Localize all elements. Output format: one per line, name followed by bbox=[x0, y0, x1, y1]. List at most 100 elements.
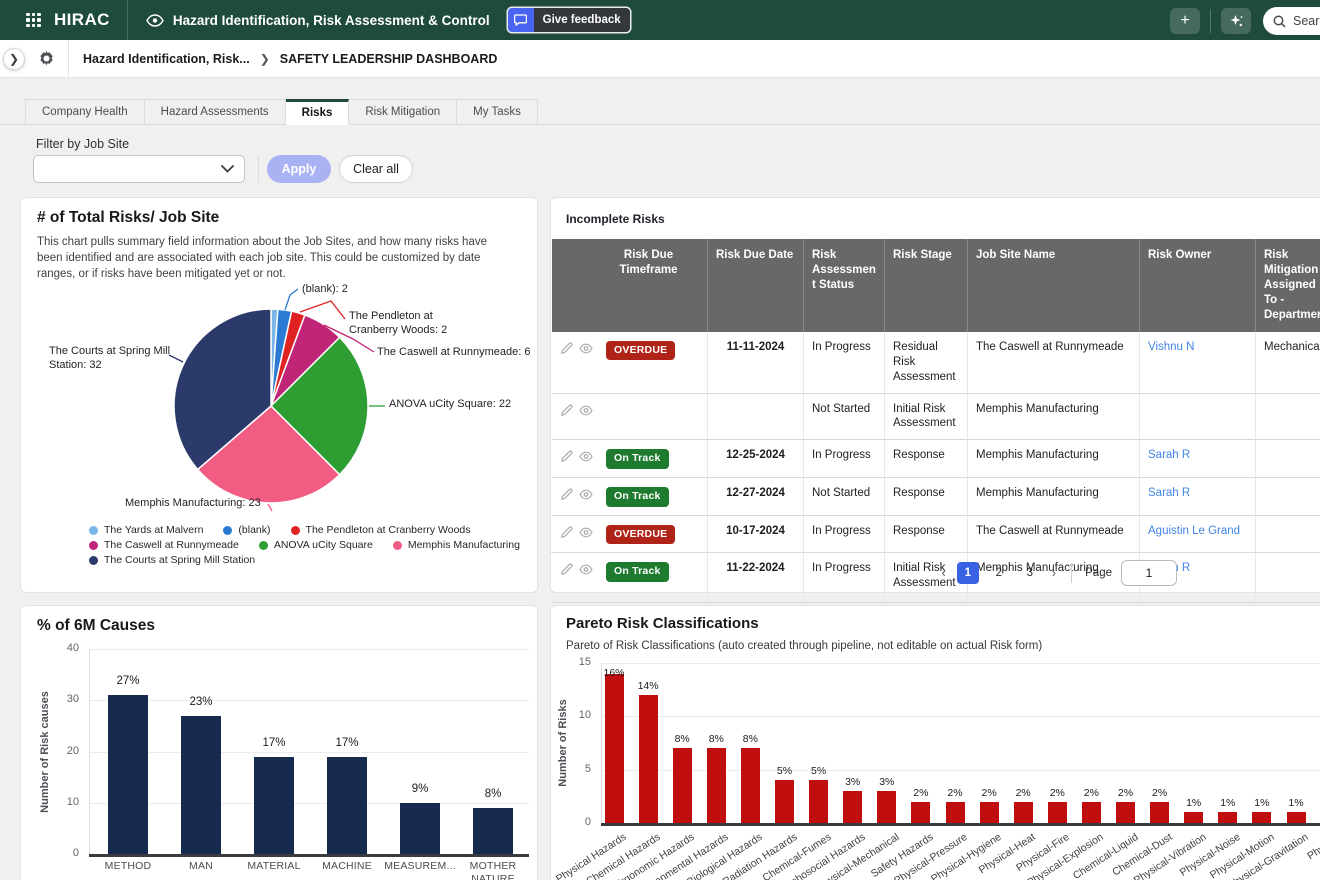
y-tick-10: 10 bbox=[567, 709, 591, 721]
app-grid-icon[interactable] bbox=[26, 13, 41, 28]
legend-item-the-yards-at-malvern: The Yards at Malvern bbox=[89, 524, 203, 536]
cell-risk-due-date bbox=[708, 394, 804, 441]
tab-risk-mitigation[interactable]: Risk Mitigation bbox=[349, 99, 457, 125]
cell-department bbox=[1256, 516, 1320, 554]
tab-risks[interactable]: Risks bbox=[286, 99, 350, 125]
bar-value-measurem: 9% bbox=[398, 783, 442, 795]
legend-dot bbox=[259, 541, 268, 550]
pie-callout-the-courts-at-spring-mill-station: The Courts at Spring Mill Station: 32 bbox=[49, 344, 170, 373]
cell-risk-owner: Sarah R bbox=[1140, 440, 1256, 478]
column-header-job-site-name[interactable]: Job Site Name bbox=[968, 239, 1140, 332]
table-row: On Track12-27-2024Not StartedResponseMem… bbox=[552, 478, 1320, 516]
edit-pencil-icon[interactable] bbox=[560, 342, 573, 355]
job-site-select[interactable] bbox=[33, 155, 245, 183]
bar-physical-vibration bbox=[1184, 812, 1203, 823]
legend-dot bbox=[89, 541, 98, 550]
y-tick-5: 5 bbox=[567, 763, 591, 775]
y-tick-0: 0 bbox=[55, 847, 79, 859]
x-axis-line bbox=[601, 823, 1320, 826]
expand-sidebar-button[interactable]: ❯ bbox=[3, 48, 25, 70]
cell-risk-owner: Aguistin Le Grand bbox=[1140, 516, 1256, 554]
view-eye-icon[interactable] bbox=[579, 405, 593, 416]
cell-risk-assessment-status: In Progress bbox=[804, 440, 885, 478]
cell-department bbox=[1256, 478, 1320, 516]
bar-safety-hazards bbox=[911, 802, 930, 823]
gear-icon[interactable] bbox=[38, 50, 55, 67]
view-eye-icon[interactable] bbox=[579, 451, 593, 462]
clear-all-button[interactable]: Clear all bbox=[339, 155, 413, 183]
edit-pencil-icon[interactable] bbox=[560, 488, 573, 501]
breadcrumb-app[interactable]: Hazard Identification, Risk... bbox=[83, 52, 250, 66]
cell-risk-assessment-status: Not Started bbox=[804, 394, 885, 441]
pagination-page-1[interactable]: 1 bbox=[957, 562, 979, 584]
cell-risk-due-date: 12-25-2024 bbox=[708, 440, 804, 478]
bar-chemical-fumes bbox=[809, 780, 828, 823]
risk-owner-link[interactable]: Sarah R bbox=[1148, 487, 1190, 499]
page-number-input[interactable] bbox=[1121, 560, 1177, 586]
chevron-right-icon: ❯ bbox=[260, 52, 270, 66]
bar-measurem bbox=[400, 803, 440, 854]
table-row: On Track12-25-2024In ProgressResponseMem… bbox=[552, 440, 1320, 478]
panel-incomplete-risks: Incomplete Risks Risk Due TimeframeRisk … bbox=[550, 197, 1320, 593]
tab-my-tasks[interactable]: My Tasks bbox=[457, 99, 538, 125]
risk-owner-link[interactable]: Vishnu N bbox=[1148, 341, 1194, 353]
bar-ergonomic-hazards bbox=[673, 748, 692, 823]
pie-callout-the-pendleton-at-cranberry-woods: The Pendleton at Cranberry Woods: 2 bbox=[349, 309, 447, 338]
apply-button[interactable]: Apply bbox=[267, 155, 331, 183]
bar-value-chemical-hazards: 14% bbox=[626, 680, 670, 692]
column-header-risk-assessment-status[interactable]: Risk Assessment Status bbox=[804, 239, 885, 332]
legend-row: The Yards at Malvern(blank)The Pendleton… bbox=[89, 524, 520, 536]
column-header-risk-stage[interactable]: Risk Stage bbox=[885, 239, 968, 332]
legend-label: The Yards at Malvern bbox=[104, 524, 203, 536]
legend-label: The Pendleton at Cranberry Woods bbox=[306, 524, 471, 536]
pareto-bar-chart: 051015Number of Risks16%Physical Hazards… bbox=[551, 606, 1320, 880]
tab-company-health[interactable]: Company Health bbox=[25, 99, 145, 125]
x-label-mother-nature: MOTHER NATURE bbox=[456, 860, 530, 880]
chat-bubble-icon bbox=[508, 8, 534, 32]
cell-risk-owner: Vishnu N bbox=[1140, 332, 1256, 394]
edit-pencil-icon[interactable] bbox=[560, 526, 573, 539]
give-feedback-button[interactable]: Give feedback bbox=[508, 8, 630, 32]
add-button[interactable]: + bbox=[1170, 8, 1200, 34]
y-tick-0: 0 bbox=[567, 816, 591, 828]
risk-owner-link[interactable]: Aguistin Le Grand bbox=[1148, 525, 1240, 537]
view-eye-icon[interactable] bbox=[579, 343, 593, 354]
incomplete-risks-table: Risk Due TimeframeRisk Due DateRisk Asse… bbox=[552, 239, 1320, 603]
tab-hazard-assessments[interactable]: Hazard Assessments bbox=[145, 99, 286, 125]
bar-value-physical-hazards: 16% bbox=[592, 667, 636, 679]
timeframe-badge-overdue: OVERDUE bbox=[606, 341, 675, 361]
column-header-risk-due-timeframe[interactable]: Risk Due Timeframe bbox=[552, 239, 708, 332]
table-panel-title: Incomplete Risks bbox=[566, 212, 665, 226]
app-root: HIRAC Hazard Identification, Risk Assess… bbox=[0, 0, 1320, 880]
pagination-next-icon[interactable]: › bbox=[1050, 565, 1058, 580]
edit-pencil-icon[interactable] bbox=[560, 404, 573, 417]
ai-sparkle-button[interactable] bbox=[1221, 8, 1251, 34]
bar-value-method: 27% bbox=[106, 675, 150, 687]
bar-value-machine: 17% bbox=[325, 737, 369, 749]
breadcrumb-bar: ❯ Hazard Identification, Risk... ❯ SAFET… bbox=[0, 40, 1320, 78]
cell-risk-stage: Response bbox=[885, 516, 968, 554]
legend-item-the-pendleton-at-cranberry-woods: The Pendleton at Cranberry Woods bbox=[291, 524, 471, 536]
table-header-row: Risk Due TimeframeRisk Due DateRisk Asse… bbox=[552, 239, 1320, 332]
legend-item-the-courts-at-spring-mill-station: The Courts at Spring Mill Station bbox=[89, 554, 255, 566]
column-header-risk-owner[interactable]: Risk Owner bbox=[1140, 239, 1256, 332]
search-input[interactable]: Search bbox=[1263, 7, 1320, 35]
view-eye-icon[interactable] bbox=[579, 489, 593, 500]
column-header-risk-mitigation-assigned-to-department[interactable]: Risk Mitigation Assigned To - Department bbox=[1256, 239, 1320, 332]
pagination-page-2[interactable]: 2 bbox=[988, 562, 1010, 584]
cell-risk-owner bbox=[1140, 394, 1256, 441]
topbar-divider bbox=[127, 0, 128, 40]
bar-physical-hygiene bbox=[980, 802, 999, 823]
y-tick-40: 40 bbox=[55, 642, 79, 654]
risk-owner-link[interactable]: Sarah R bbox=[1148, 449, 1190, 461]
cell-risk-owner: Sarah R bbox=[1140, 478, 1256, 516]
pagination-prev-icon[interactable]: ‹ bbox=[939, 565, 947, 580]
cell-job-site-name: Memphis Manufacturing bbox=[968, 440, 1140, 478]
edit-pencil-icon[interactable] bbox=[560, 450, 573, 463]
bar-value-man: 23% bbox=[179, 696, 223, 708]
pagination-page-3[interactable]: 3 bbox=[1019, 562, 1041, 584]
legend-label: The Courts at Spring Mill Station bbox=[104, 554, 255, 566]
column-header-risk-due-date[interactable]: Risk Due Date bbox=[708, 239, 804, 332]
pagination-divider bbox=[1071, 563, 1072, 583]
view-eye-icon[interactable] bbox=[579, 527, 593, 538]
